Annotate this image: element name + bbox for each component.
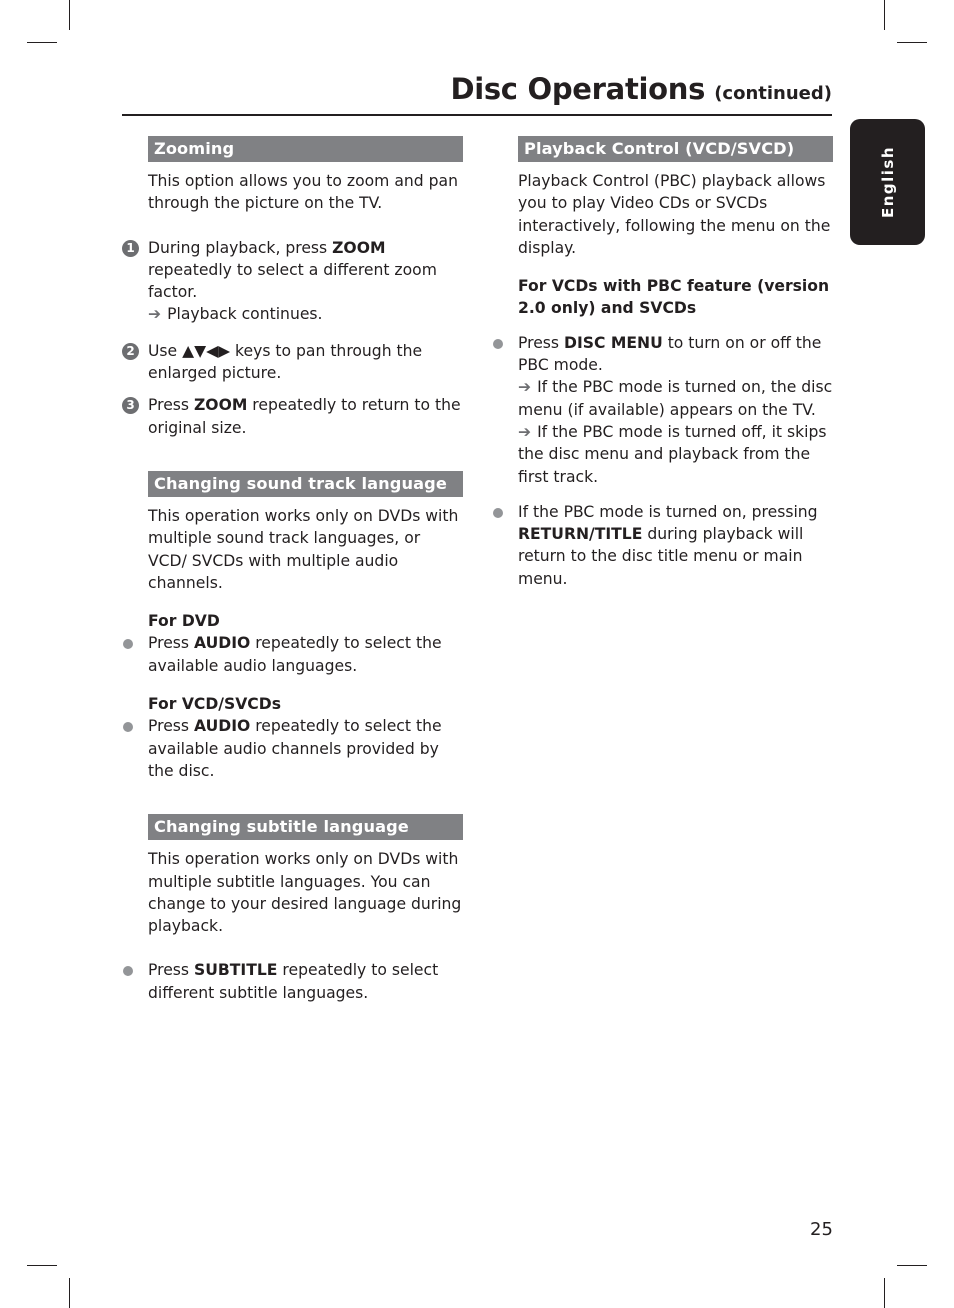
result-arrow-icon: ➔ xyxy=(148,305,162,324)
page-title: Disc Operations xyxy=(450,72,706,106)
key-name: ZOOM xyxy=(332,238,386,257)
crop-mark xyxy=(27,1265,57,1266)
page-number: 25 xyxy=(810,1219,833,1240)
bullet-item: Press AUDIO repeatedly to select the ava… xyxy=(123,632,463,677)
crop-mark xyxy=(884,0,885,30)
step-number-icon: 3 xyxy=(122,397,139,415)
section-heading: Changing subtitle language xyxy=(148,814,463,841)
key-name: AUDIO xyxy=(194,634,251,653)
bullet-icon xyxy=(123,966,133,977)
section-zooming: Zooming This option allows you to zoom a… xyxy=(122,136,463,439)
bullet-icon xyxy=(493,338,503,349)
result-arrow-icon: ➔ xyxy=(518,422,532,441)
bullet-text: Press xyxy=(518,333,564,352)
crop-mark xyxy=(69,0,70,30)
bullet-icon xyxy=(123,722,133,733)
step-item: 1 During playback, press ZOOM repeatedly… xyxy=(122,237,463,326)
step-item: 2 Use ▲▼◀▶ keys to pan through the enlar… xyxy=(122,340,463,385)
step-text: repeatedly to select a different zoom fa… xyxy=(148,260,437,302)
language-tab-label: English xyxy=(878,145,897,219)
section-intro: This operation works only on DVDs with m… xyxy=(148,850,462,936)
section-heading: Zooming xyxy=(148,136,463,162)
bullet-result: ➔ If the PBC mode is turned on, the disc … xyxy=(518,376,833,421)
crop-mark xyxy=(897,42,927,43)
section-intro: This option allows you to zoom and pan t… xyxy=(148,172,458,213)
step-number-icon: 1 xyxy=(122,239,139,257)
section-heading: Changing sound track language xyxy=(148,470,463,497)
step-result: ➔ Playback continues. xyxy=(148,303,463,325)
key-name: ZOOM xyxy=(194,396,248,415)
step-text: Use xyxy=(148,341,183,360)
bullet-text: If the PBC mode is turned on, pressing xyxy=(518,502,818,521)
bullet-result: ➔ If the PBC mode is turned off, it skips… xyxy=(518,421,833,488)
subheading-pbc-feature: For VCDs with PBC feature (version 2.0 o… xyxy=(518,277,830,318)
subheading-dvd: For DVD xyxy=(148,612,220,631)
bullet-text: Press xyxy=(148,634,194,653)
page-title-suffix: (continued) xyxy=(714,83,832,104)
section-intro: This operation works only on DVDs with m… xyxy=(148,506,459,592)
section-sound-track-language: Changing sound track language This opera… xyxy=(123,470,463,782)
crop-mark xyxy=(69,1278,70,1308)
key-name: DISC MENU xyxy=(564,333,663,352)
section-subtitle-language: Changing subtitle language This operatio… xyxy=(123,814,463,1004)
key-name: RETURN/TITLE xyxy=(518,525,643,544)
subheading-vcd-svcd: For VCD/SVCDs xyxy=(148,695,281,714)
bullet-icon xyxy=(493,507,503,518)
result-text: If the PBC mode is turned off, it skips … xyxy=(518,422,827,486)
bullet-item: Press DISC MENU to turn on or off the PB… xyxy=(493,332,833,488)
bullet-text: Press xyxy=(148,961,194,980)
left-column: Zooming This option allows you to zoom a… xyxy=(122,136,463,1004)
step-number-icon: 2 xyxy=(122,342,139,360)
result-text: Playback continues. xyxy=(167,305,323,324)
key-name: SUBTITLE xyxy=(194,961,278,980)
section-intro: Playback Control (PBC) playback allows y… xyxy=(518,172,831,257)
step-item: 3 Press ZOOM repeatedly to return to the… xyxy=(122,394,463,439)
crop-mark xyxy=(897,1265,927,1266)
result-arrow-icon: ➔ xyxy=(518,378,532,397)
key-name: AUDIO xyxy=(194,717,251,736)
page-header: Disc Operations (continued) xyxy=(122,72,832,106)
bullet-text: Press xyxy=(148,717,194,736)
section-playback-control: Playback Control (VCD/SVCD) Playback Con… xyxy=(493,136,833,590)
arrow-keys-icon: ▲▼◀▶ xyxy=(182,341,231,360)
section-heading: Playback Control (VCD/SVCD) xyxy=(518,136,833,162)
step-text: During playback, press xyxy=(148,238,333,257)
crop-mark xyxy=(27,42,57,43)
bullet-item: Press AUDIO repeatedly to select the ava… xyxy=(123,715,463,782)
bullet-item: Press SUBTITLE repeatedly to select diff… xyxy=(123,959,463,1004)
result-text: If the PBC mode is turned on, the disc m… xyxy=(518,378,833,419)
bullet-icon xyxy=(123,639,133,650)
header-rule xyxy=(122,114,832,116)
step-text: Press xyxy=(148,396,194,415)
bullet-item: If the PBC mode is turned on, pressing R… xyxy=(493,501,833,590)
language-tab: English xyxy=(850,119,925,245)
right-column: Playback Control (VCD/SVCD) Playback Con… xyxy=(493,136,833,590)
crop-mark xyxy=(884,1278,885,1308)
